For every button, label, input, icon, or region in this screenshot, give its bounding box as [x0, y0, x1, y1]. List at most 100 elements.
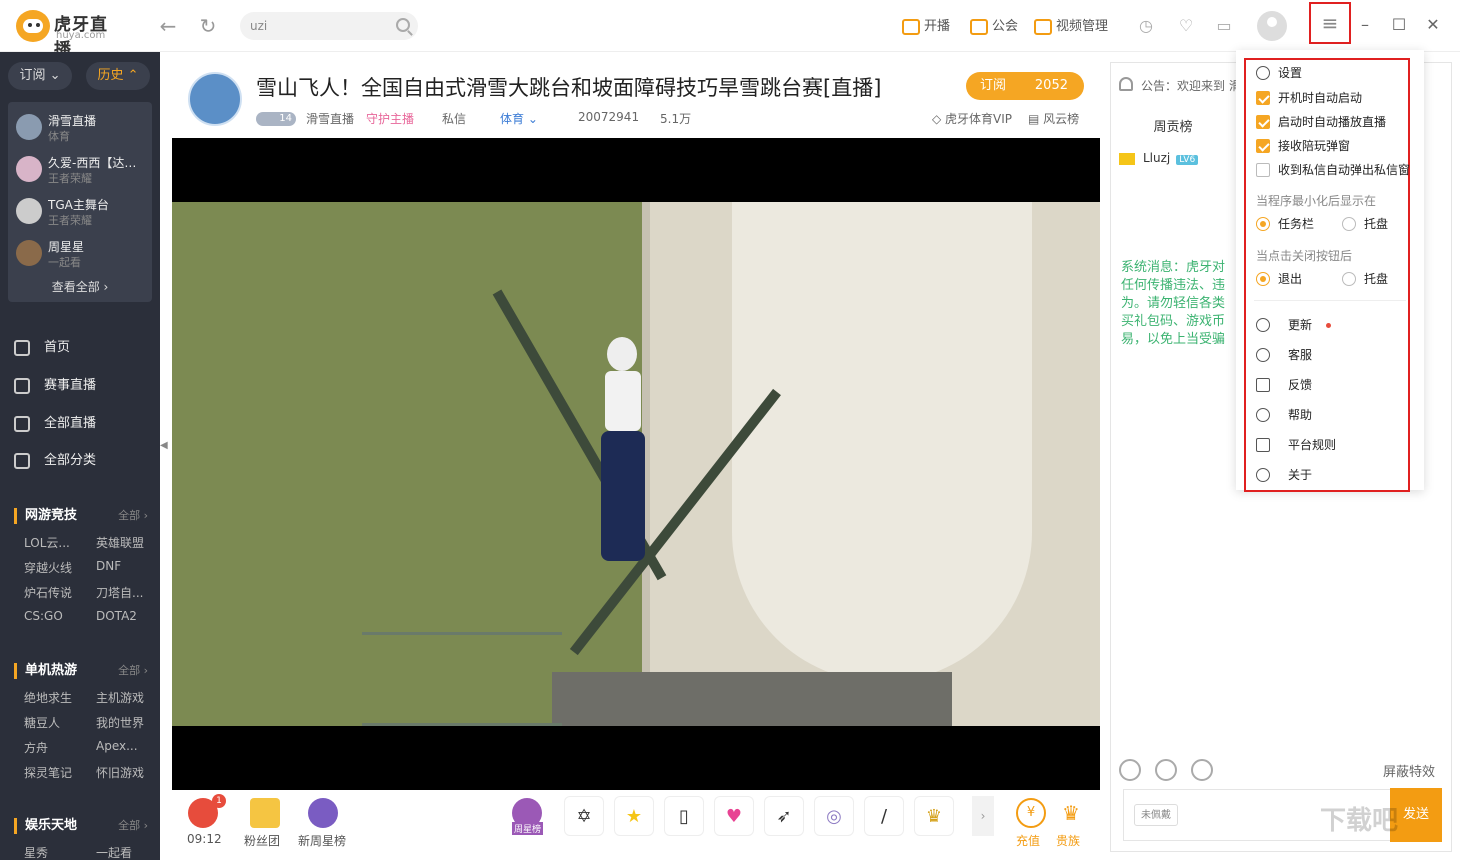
category-link[interactable]: Apex...	[96, 739, 138, 753]
history-name: 周星星	[48, 240, 85, 254]
category-link[interactable]: 探灵笔记	[24, 764, 72, 781]
section-all-link[interactable]: 全部 ›	[118, 818, 148, 834]
category-link[interactable]: 主机游戏	[96, 689, 144, 706]
history-item[interactable]: 周星星 一起看	[16, 236, 146, 272]
subscribe-button[interactable]: 订阅 2052	[966, 72, 1084, 100]
recharge-icon[interactable]: ¥	[1016, 798, 1046, 828]
category-link[interactable]: 星秀	[24, 844, 48, 861]
category-link[interactable]: 糖豆人	[24, 714, 60, 731]
weekly-star-icon[interactable]	[308, 798, 338, 828]
category-link[interactable]: 方舟	[24, 739, 48, 756]
category-link[interactable]: LOL云...	[24, 534, 70, 551]
gift-item[interactable]: ★	[614, 796, 654, 836]
heart-icon[interactable]: ♡	[1176, 16, 1196, 36]
watermark: 下载吧	[1320, 806, 1399, 836]
noble-label[interactable]: 贵族	[1056, 832, 1080, 849]
vip-link[interactable]: ◇ 虎牙体育VIP	[932, 110, 1012, 127]
category-link[interactable]: 穿越火线	[24, 559, 72, 576]
option-message-popup[interactable]: 收到私信自动弹出私信窗	[1256, 160, 1410, 180]
message-icon[interactable]: ▭	[1214, 16, 1234, 36]
category-link[interactable]: DNF	[96, 559, 121, 573]
shield-effects-button[interactable]: 屏蔽特效	[1383, 761, 1435, 780]
menu-settings[interactable]: 设置	[1256, 63, 1302, 83]
crown-icon[interactable]: ♛	[1056, 798, 1086, 828]
section-all-link[interactable]: 全部 ›	[118, 508, 148, 524]
treasure-timer: 09:12	[187, 832, 222, 846]
close-button[interactable]: ✕	[1422, 14, 1444, 36]
rank-row[interactable]: Lluzj LV6	[1119, 151, 1199, 165]
text-style-icon[interactable]	[1191, 759, 1213, 781]
gift-item[interactable]: ▯	[664, 796, 704, 836]
category-link[interactable]: 绝地求生	[24, 689, 72, 706]
huya-logo[interactable]: 虎牙直播 huya.com	[16, 10, 124, 60]
menu-feedback[interactable]: 反馈	[1256, 375, 1312, 395]
option-auto-play[interactable]: 启动时自动播放直播	[1256, 112, 1386, 132]
clock-icon[interactable]: ◷	[1136, 16, 1156, 36]
section-all-link[interactable]: 全部 ›	[118, 663, 148, 679]
badge-tag[interactable]: 未佩戴	[1134, 804, 1178, 826]
nav-all-categories[interactable]: 全部分类	[14, 449, 154, 473]
recharge-label[interactable]: 充值	[1016, 832, 1040, 849]
fan-club-icon[interactable]	[250, 798, 280, 828]
menu-support[interactable]: 客服	[1256, 345, 1312, 365]
category-link[interactable]: 英雄联盟	[96, 534, 144, 551]
fan-club-label: 粉丝团	[244, 834, 281, 848]
section-single-games: 单机热游 全部 ›	[14, 663, 148, 679]
history-item[interactable]: TGA主舞台 王者荣耀	[16, 194, 146, 230]
minimize-taskbar-radio[interactable]: 任务栏	[1256, 214, 1314, 234]
nav-home[interactable]: 首页	[14, 336, 154, 360]
menu-update[interactable]: 更新	[1256, 315, 1332, 335]
history-item[interactable]: 滑雪直播 体育	[16, 110, 146, 146]
category-link[interactable]: CS:GO	[24, 609, 63, 623]
nav-all-live[interactable]: 全部直播	[14, 412, 154, 436]
menu-help-label: 帮助	[1288, 408, 1313, 422]
video-manage-button[interactable]: 视频管理	[1034, 17, 1108, 37]
emoji-icon[interactable]	[1119, 759, 1141, 781]
start-live-button[interactable]: 开播	[902, 17, 950, 37]
menu-about[interactable]: 关于	[1256, 465, 1312, 485]
option-auto-start[interactable]: 开机时自动启动	[1256, 88, 1362, 108]
minimize-button[interactable]: –	[1354, 14, 1376, 36]
tab-history[interactable]: 历史 ⌃	[86, 62, 150, 90]
tab-weekly-rank[interactable]: 周贡榜	[1131, 115, 1215, 141]
category-link[interactable]: 刀塔自...	[96, 584, 143, 601]
main-menu-button[interactable]: ≡	[1309, 2, 1351, 44]
streamer-name[interactable]: 滑雪直播	[306, 110, 354, 127]
gift-item[interactable]: ➶	[764, 796, 804, 836]
search-input[interactable]	[250, 16, 390, 36]
gift-item[interactable]: ♛	[914, 796, 954, 836]
user-avatar[interactable]	[1257, 11, 1287, 41]
video-player[interactable]	[172, 138, 1100, 790]
minimize-tray-radio[interactable]: 托盘	[1342, 214, 1388, 234]
menu-rules[interactable]: 平台规则	[1256, 435, 1336, 455]
nav-events[interactable]: 赛事直播	[14, 374, 154, 398]
gift-item[interactable]: ♥	[714, 796, 754, 836]
history-item[interactable]: 久爱-西西【达… 王者荣耀	[16, 152, 146, 188]
tab-subscribe[interactable]: 订阅 ⌄	[8, 62, 72, 90]
back-icon[interactable]: ←	[156, 14, 180, 38]
close-tray-radio[interactable]: 托盘	[1342, 269, 1388, 289]
close-exit-radio[interactable]: 退出	[1256, 269, 1302, 289]
gift-next-arrow[interactable]: ›	[972, 796, 994, 836]
option-companion-popup[interactable]: 接收陪玩弹窗	[1256, 136, 1350, 156]
collapse-sidebar-icon[interactable]: ◀	[160, 440, 172, 470]
gift-item[interactable]: ◎	[814, 796, 854, 836]
palette-icon[interactable]	[1155, 759, 1177, 781]
rank-link[interactable]: ▤ 风云榜	[1028, 110, 1079, 127]
category-link[interactable]: 一起看	[96, 844, 132, 861]
guild-button[interactable]: 公会	[970, 17, 1018, 37]
menu-help[interactable]: 帮助	[1256, 405, 1312, 425]
guard-link[interactable]: 守护主播	[366, 110, 414, 127]
gift-item[interactable]: ✡	[564, 796, 604, 836]
gift-item[interactable]: /	[864, 796, 904, 836]
maximize-button[interactable]: ☐	[1388, 14, 1410, 36]
category-link[interactable]: 我的世界	[96, 714, 144, 731]
category-link[interactable]: 炉石传说	[24, 584, 72, 601]
category-link[interactable]: DOTA2	[96, 609, 137, 623]
category-link[interactable]: 怀旧游戏	[96, 764, 144, 781]
streamer-avatar[interactable]	[188, 72, 242, 126]
view-all-link[interactable]: 查看全部 ›	[8, 278, 152, 295]
refresh-icon[interactable]: ↻	[196, 14, 220, 38]
search-icon[interactable]	[396, 18, 410, 32]
ramp-base	[552, 672, 952, 726]
